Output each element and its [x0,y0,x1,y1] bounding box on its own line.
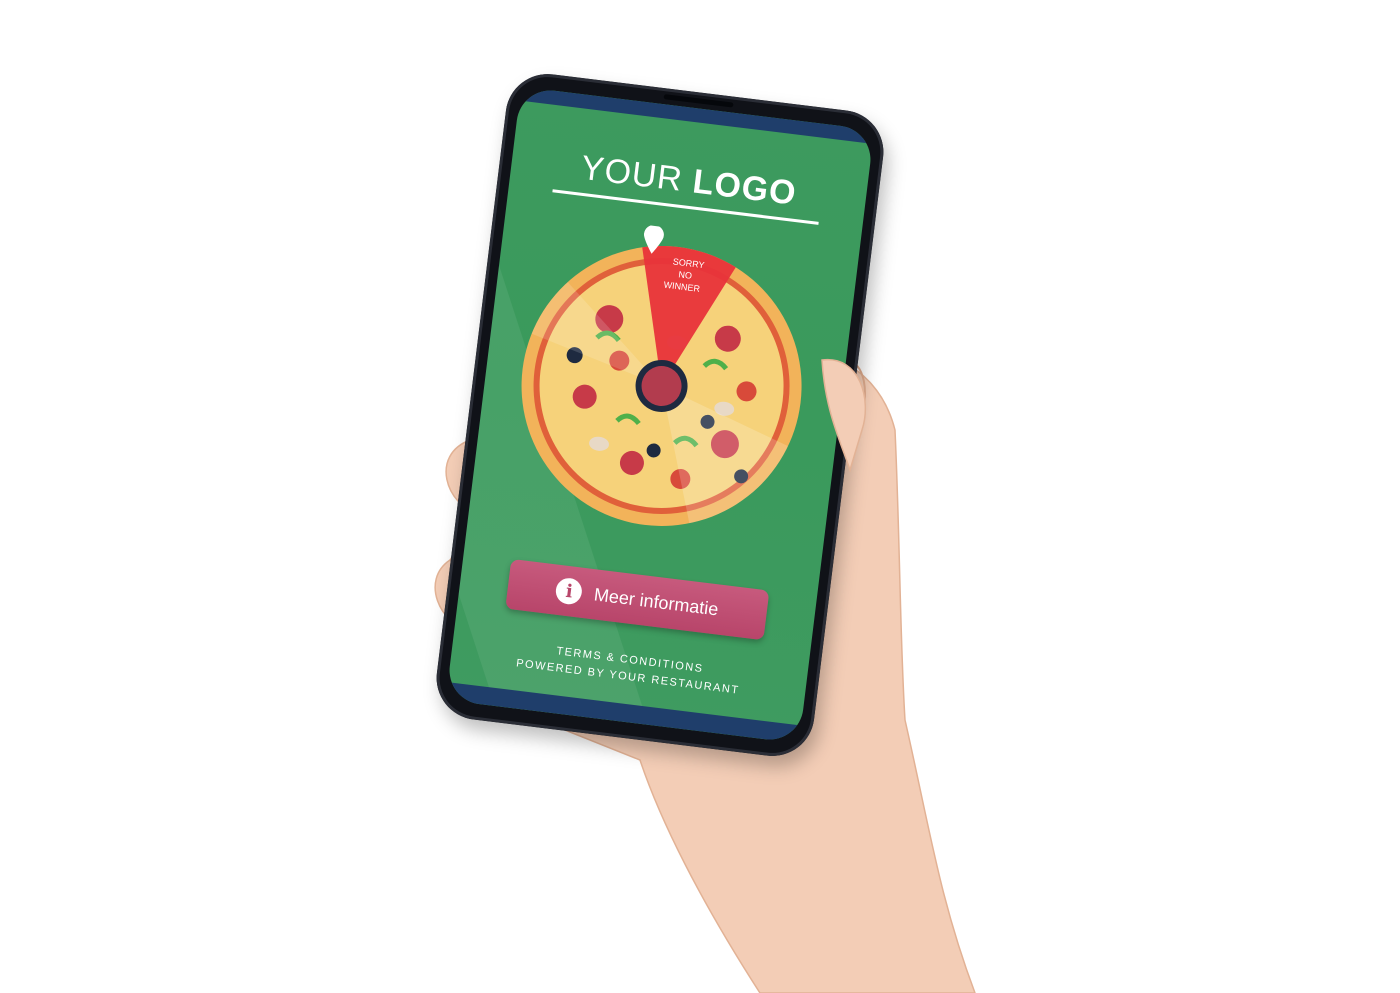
prize-wheel[interactable]: SORRY NO WINNER [494,219,828,553]
wheel-pointer-icon [643,224,664,254]
logo-text-your: YOUR [578,148,696,201]
logo-text-logo: LOGO [690,162,799,213]
wheel-label-no: NO [678,269,693,281]
app-screen: YOUR LOGO SORRY NO WINNER i Meer informa… [445,86,875,744]
more-info-button[interactable]: i Meer informatie [505,558,770,641]
more-info-button-label: Meer informatie [592,583,720,619]
brand-logo: YOUR LOGO [510,140,868,222]
info-icon: i [554,576,584,606]
phone-device: YOUR LOGO SORRY NO WINNER i Meer informa… [431,69,889,761]
phone-frame: YOUR LOGO SORRY NO WINNER i Meer informa… [431,69,889,761]
